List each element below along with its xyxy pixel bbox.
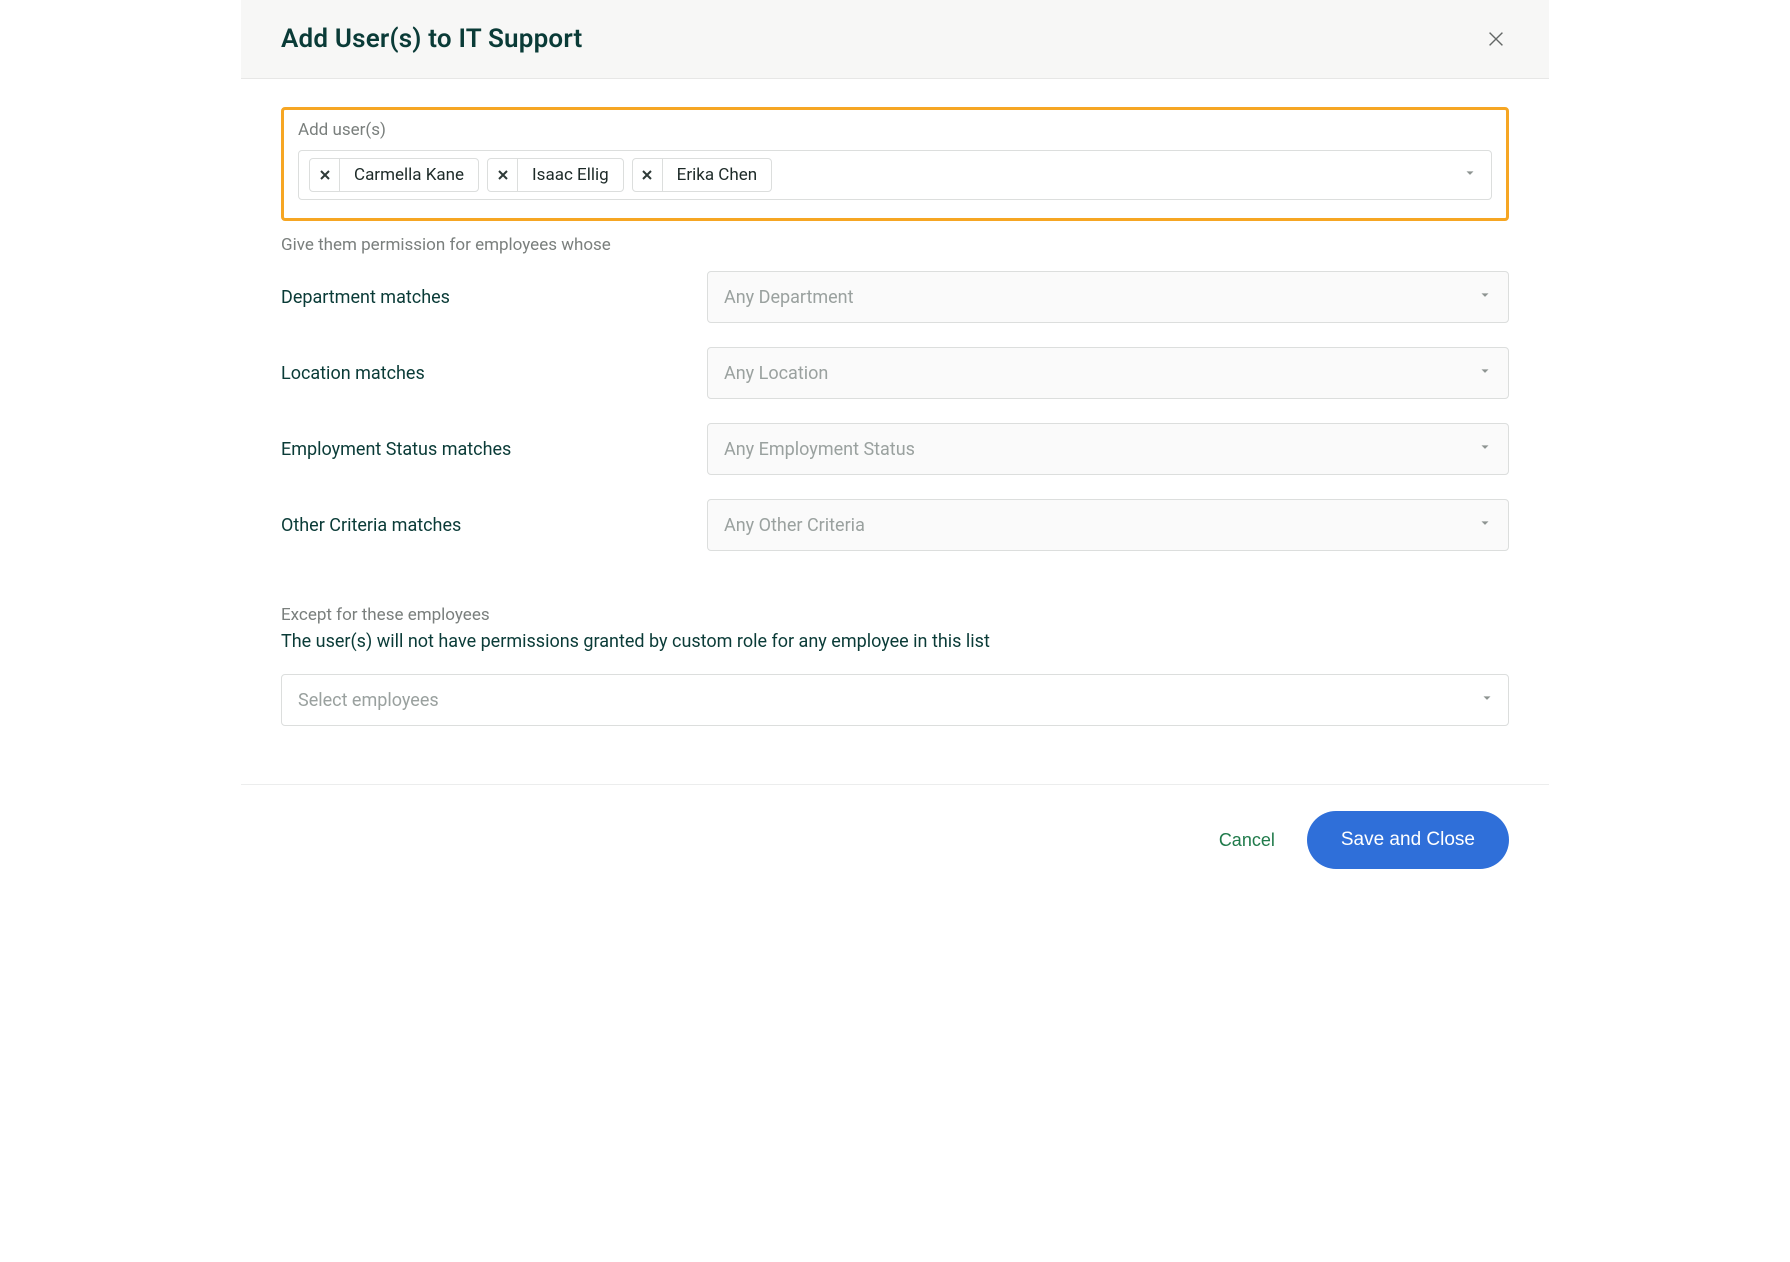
close-button[interactable] [1483,26,1509,52]
criteria-row: Location matches Any Location [281,347,1509,399]
cancel-button[interactable]: Cancel [1215,824,1279,857]
close-icon [1485,28,1507,50]
user-chip: Isaac Ellig [487,158,624,192]
remove-user-button[interactable] [633,159,663,191]
chevron-down-icon [1478,364,1492,383]
user-chip-label: Erika Chen [663,165,771,185]
permission-intro-text: Give them permission for employees whose [281,235,1509,255]
criteria-select[interactable]: Any Employment Status [707,423,1509,475]
dialog-header: Add User(s) to IT Support [241,0,1549,79]
except-description: The user(s) will not have permissions gr… [281,631,1509,652]
chevron-down-icon [1480,691,1494,710]
criteria-label: Employment Status matches [281,439,707,460]
criteria-row: Employment Status matches Any Employment … [281,423,1509,475]
dialog-title: Add User(s) to IT Support [281,24,582,54]
x-icon [641,169,653,181]
save-and-close-button[interactable]: Save and Close [1307,811,1509,869]
criteria-placeholder: Any Other Criteria [724,515,865,536]
add-users-highlight: Add user(s) Carmella Kane Isaac Ellig Erik… [281,107,1509,221]
except-employees-select[interactable]: Select employees [281,674,1509,726]
user-chip-label: Isaac Ellig [518,165,623,185]
criteria-section: Department matches Any Department Location… [281,271,1509,551]
criteria-row: Department matches Any Department [281,271,1509,323]
add-users-label: Add user(s) [298,120,1492,140]
dialog-body: Add user(s) Carmella Kane Isaac Ellig Erik… [241,79,1549,784]
except-placeholder: Select employees [298,690,439,711]
criteria-label: Other Criteria matches [281,515,707,536]
criteria-row: Other Criteria matches Any Other Criteria [281,499,1509,551]
x-icon [319,169,331,181]
except-label: Except for these employees [281,605,1509,625]
dialog-footer: Cancel Save and Close [241,784,1549,899]
chevron-down-icon [1478,288,1492,307]
remove-user-button[interactable] [488,159,518,191]
criteria-placeholder: Any Location [724,363,828,384]
criteria-select[interactable]: Any Location [707,347,1509,399]
x-icon [497,169,509,181]
criteria-label: Location matches [281,363,707,384]
remove-user-button[interactable] [310,159,340,191]
criteria-placeholder: Any Department [724,287,854,308]
criteria-select[interactable]: Any Department [707,271,1509,323]
chevron-down-icon [1478,440,1492,459]
criteria-placeholder: Any Employment Status [724,439,915,460]
criteria-select[interactable]: Any Other Criteria [707,499,1509,551]
add-users-multiselect[interactable]: Carmella Kane Isaac Ellig Erika Chen [298,150,1492,200]
chevron-down-icon [1478,516,1492,535]
criteria-label: Department matches [281,287,707,308]
user-chip: Carmella Kane [309,158,479,192]
user-chip-label: Carmella Kane [340,165,478,185]
user-chip: Erika Chen [632,158,772,192]
chevron-down-icon [1463,166,1477,185]
dialog-add-users: Add User(s) to IT Support Add user(s) Ca… [241,0,1549,899]
